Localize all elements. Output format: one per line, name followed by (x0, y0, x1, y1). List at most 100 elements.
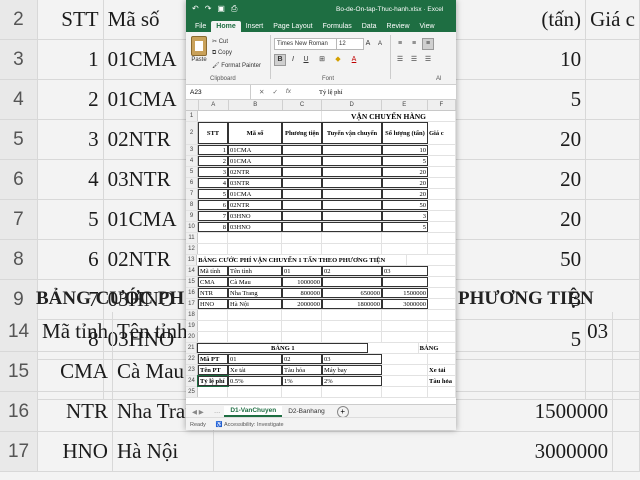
cell-ma-so[interactable]: 02NTR (228, 167, 282, 177)
cell[interactable] (282, 233, 322, 243)
cell-so-luong[interactable]: 10 (382, 145, 428, 155)
row-header[interactable]: 10 (186, 222, 198, 232)
row-header[interactable]: 22 (186, 354, 198, 364)
cell[interactable] (322, 310, 382, 320)
align-middle-icon[interactable]: ≡ (408, 38, 420, 50)
cell[interactable] (428, 244, 456, 254)
cell[interactable]: NTR (198, 288, 228, 298)
cell-tuyen[interactable] (322, 200, 382, 210)
row-header[interactable]: 8 (186, 200, 198, 210)
print-icon[interactable]: ⎙ (231, 4, 237, 14)
cell[interactable] (428, 321, 456, 331)
tab-formulas[interactable]: Formulas (318, 21, 357, 32)
cell[interactable]: Nha Trang (228, 288, 282, 298)
row-header[interactable]: 3 (186, 145, 198, 155)
cell[interactable] (282, 332, 322, 342)
tab-data[interactable]: Data (357, 21, 382, 32)
name-box[interactable]: A23 (186, 85, 251, 99)
cell[interactable]: Tàu hỏa (282, 365, 322, 375)
cell[interactable] (428, 332, 456, 342)
row-header[interactable]: 2 (186, 122, 198, 144)
cell[interactable] (322, 321, 382, 331)
cell[interactable]: Xe tải (428, 365, 456, 375)
cell-phuong-tien[interactable] (282, 222, 322, 232)
font-name-select[interactable]: Times New Roman (274, 38, 338, 50)
cell[interactable] (198, 111, 322, 121)
cell-gia[interactable] (428, 178, 456, 188)
cell[interactable]: 1% (282, 376, 322, 386)
cell-ma-so[interactable]: 01CMA (228, 156, 282, 166)
cell[interactable]: 01 (282, 266, 322, 276)
row-header[interactable]: 9 (186, 211, 198, 221)
sheet-nav-icon[interactable]: ◀ ▶ (186, 408, 210, 416)
worksheet-grid[interactable]: A B C D E F 1 VẬN CHUYỂN HÀNG 2 STT Mã số Phư… (186, 100, 456, 398)
add-sheet-icon[interactable]: + (336, 405, 349, 418)
accessibility-status[interactable]: ♿ Accessibility: Investigate (216, 422, 284, 428)
row-header[interactable]: 23 (186, 365, 198, 375)
selected-cell[interactable]: Tỷ lệ phí (197, 375, 229, 387)
row-header[interactable]: 19 (186, 321, 198, 331)
fill-color-icon[interactable]: ◆ (332, 54, 344, 66)
cell[interactable] (282, 321, 322, 331)
row-header[interactable]: 11 (186, 233, 198, 243)
cell[interactable] (382, 332, 428, 342)
cell-so-luong[interactable]: 50 (382, 200, 428, 210)
row-header[interactable]: 1 (186, 111, 198, 121)
cell[interactable] (228, 387, 282, 397)
font-size-select[interactable]: 12 (336, 38, 364, 50)
cell[interactable] (382, 387, 428, 397)
formula-input[interactable]: Tỷ lệ phí (315, 89, 342, 96)
tab-review[interactable]: Review (382, 21, 415, 32)
cell[interactable] (228, 244, 282, 254)
cell-phuong-tien[interactable] (282, 167, 322, 177)
cell-stt[interactable]: 1 (198, 145, 228, 155)
column-header-a[interactable]: A (199, 100, 229, 110)
cell[interactable]: CMA (198, 277, 228, 287)
cell-ma-so[interactable]: 02NTR (228, 200, 282, 210)
cell[interactable] (428, 277, 456, 287)
cell-stt[interactable]: 2 (198, 156, 228, 166)
cell[interactable] (322, 277, 382, 287)
cell-phuong-tien[interactable] (282, 200, 322, 210)
cell-phuong-tien[interactable] (282, 178, 322, 188)
cell[interactable] (382, 354, 428, 364)
row-header[interactable]: 6 (186, 178, 198, 188)
cell[interactable] (322, 387, 382, 397)
cell[interactable]: Xe tải (228, 365, 282, 375)
cell-gia[interactable] (428, 156, 456, 166)
row-header[interactable]: 20 (186, 332, 198, 342)
cell-ma-so[interactable]: 03NTR (228, 178, 282, 188)
cell-so-luong[interactable]: 3 (382, 211, 428, 221)
cell-gia[interactable] (428, 189, 456, 199)
align-right-icon[interactable]: ☰ (422, 54, 434, 66)
cell[interactable] (282, 310, 322, 320)
cell-tuyen[interactable] (322, 178, 382, 188)
cell-ma-so[interactable]: 03HNO (228, 222, 282, 232)
column-header-b[interactable]: B (229, 100, 283, 110)
cancel-icon[interactable]: ✕ (259, 88, 264, 96)
cut-button[interactable]: ✂ Cut (212, 38, 228, 45)
column-header-d[interactable]: D (322, 100, 382, 110)
cell-tuyen[interactable] (322, 156, 382, 166)
sheet-title[interactable]: VẬN CHUYỂN HÀNG (322, 111, 456, 121)
cell[interactable] (228, 321, 282, 331)
cell[interactable]: 2% (322, 376, 382, 386)
cell[interactable] (428, 299, 456, 309)
cell[interactable]: 800000 (282, 288, 322, 298)
cell[interactable]: 01 (228, 354, 282, 364)
increase-font-icon[interactable]: A (362, 38, 374, 50)
cell-ma-so[interactable]: 01CMA (228, 189, 282, 199)
align-left-icon[interactable]: ☰ (394, 54, 406, 66)
cell[interactable]: 1500000 (382, 288, 428, 298)
cell[interactable] (428, 288, 456, 298)
cell[interactable] (382, 365, 428, 375)
cell[interactable]: Mã tỉnh (198, 266, 228, 276)
header-gia[interactable]: Giá c (428, 122, 456, 144)
redo-icon[interactable]: ↷ (205, 4, 212, 14)
header-ma-so[interactable]: Mã số (228, 122, 282, 144)
cell[interactable] (428, 233, 456, 243)
rate-table-title[interactable]: BẢNG CƯỚC PHÍ VẬN CHUYỂN 1 TẤN THEO PHƯƠ… (197, 255, 407, 265)
cell-so-luong[interactable]: 5 (382, 156, 428, 166)
cell[interactable]: BẢNG (419, 343, 456, 353)
cell[interactable]: 03 (322, 354, 382, 364)
